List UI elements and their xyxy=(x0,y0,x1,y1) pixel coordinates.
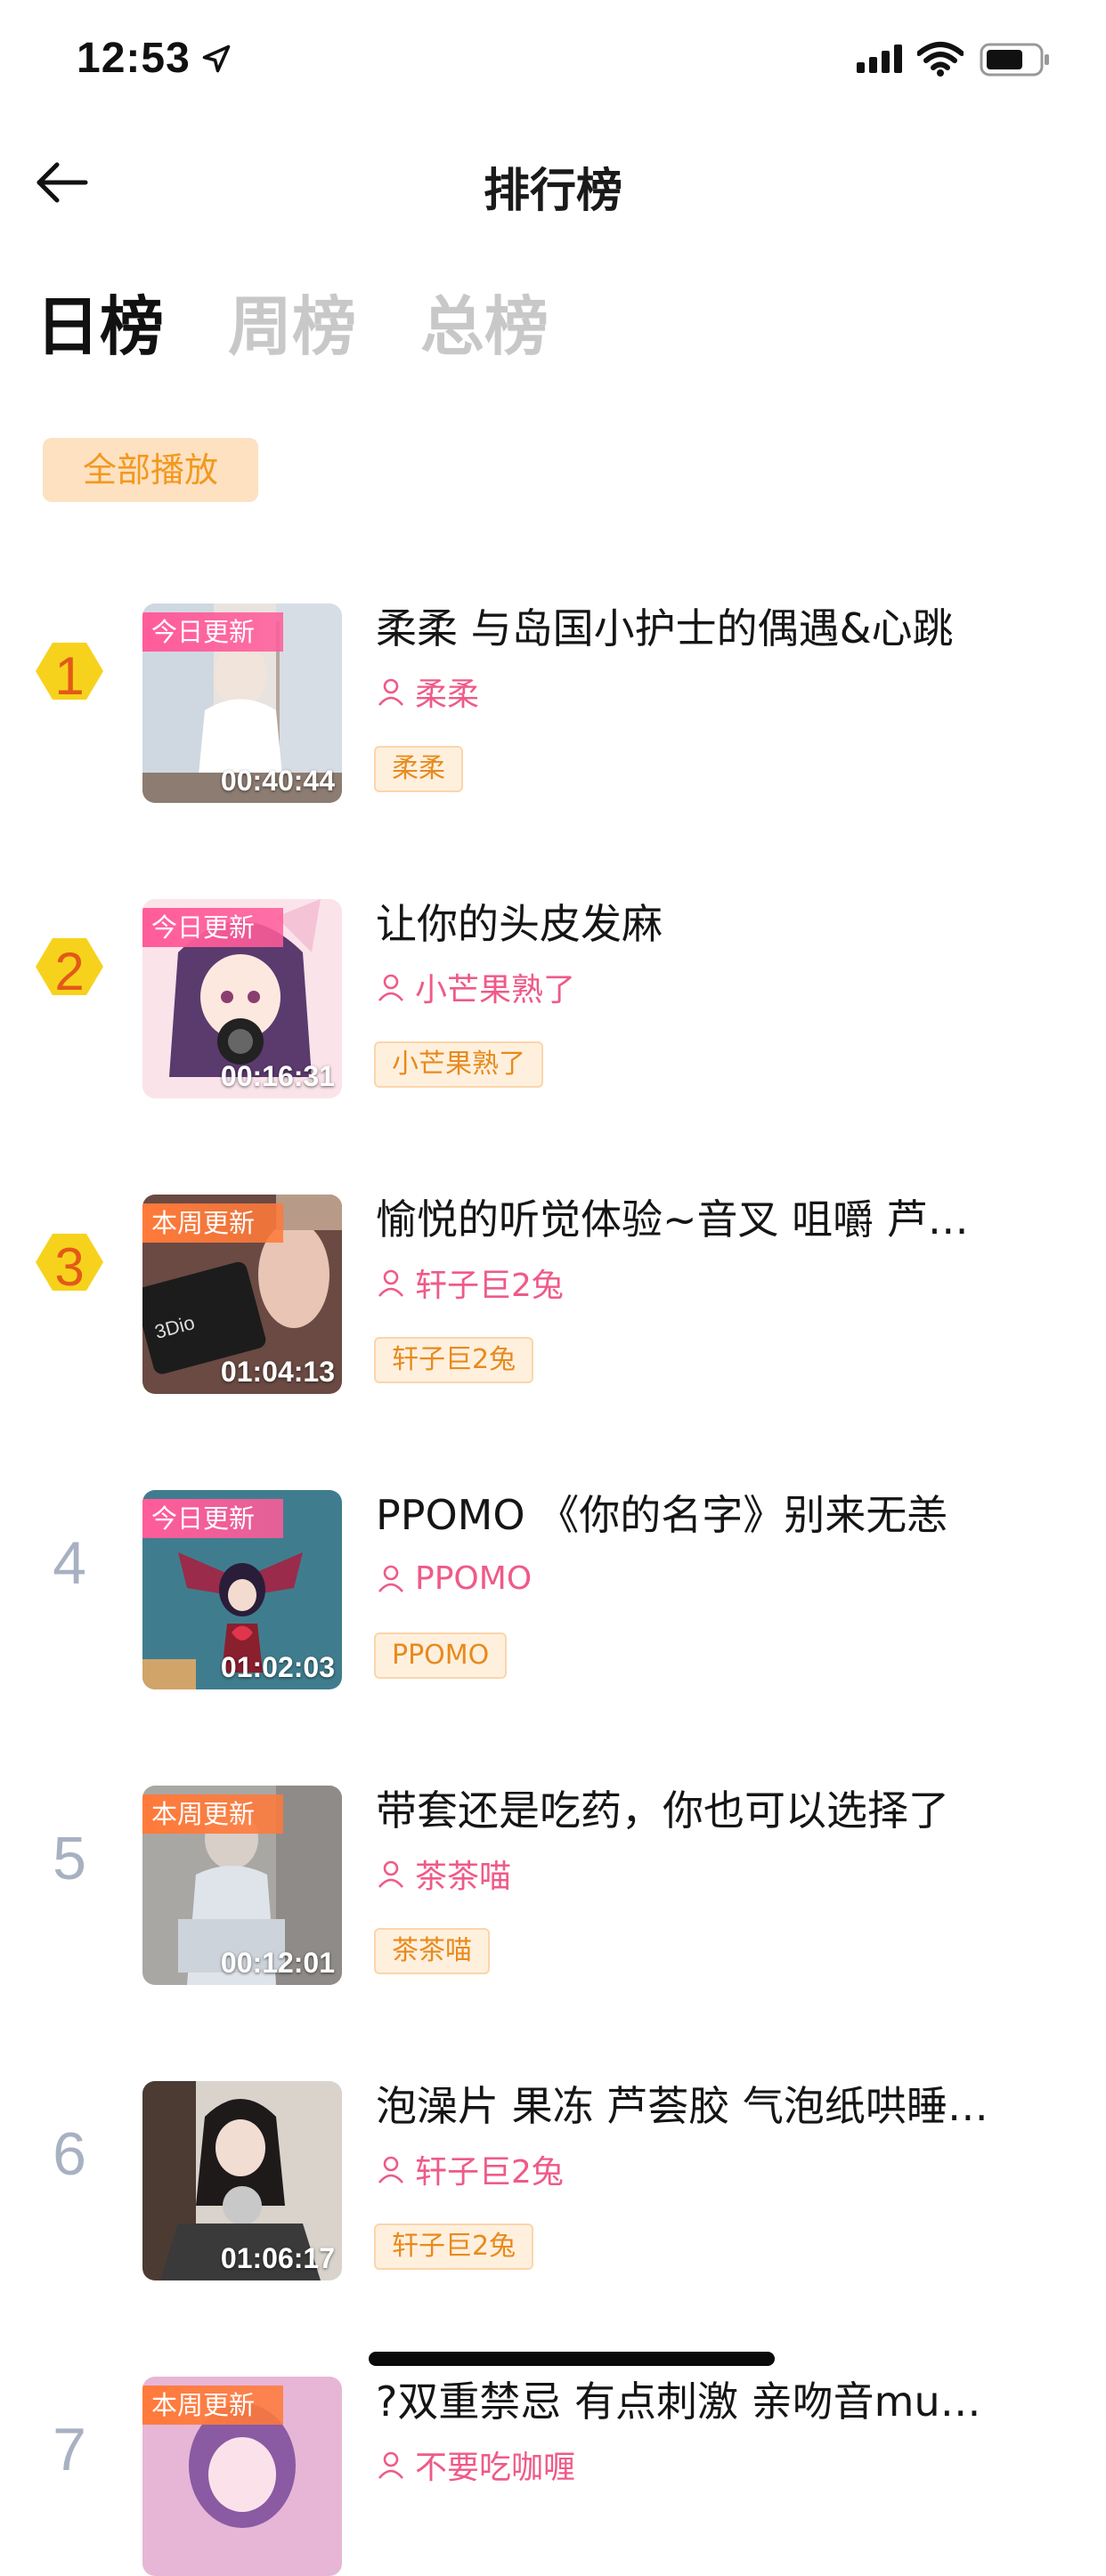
nav-bar: 排行榜 xyxy=(0,134,1106,231)
play-all-button[interactable]: 全部播放 xyxy=(43,438,258,502)
user-icon xyxy=(378,974,404,1001)
user-icon xyxy=(378,2156,404,2183)
status-bar: 12:53 xyxy=(0,0,1106,117)
duration-label: 01:06:17 xyxy=(220,2242,335,2274)
user-icon xyxy=(378,2451,404,2479)
duration-label: 01:02:03 xyxy=(220,1651,335,1683)
item-author[interactable]: PPOMO xyxy=(376,1556,532,1600)
item-title: 柔柔 与岛国小护士的偶遇&心跳 xyxy=(376,604,954,652)
item-tag[interactable]: 柔柔 xyxy=(374,746,463,792)
rank-number: 6 xyxy=(53,2120,86,2188)
rank-number: 4 xyxy=(53,1529,86,1597)
battery-icon xyxy=(980,43,1049,77)
author-name: 小芒果熟了 xyxy=(415,972,576,1009)
update-badge: 今日更新 xyxy=(142,908,284,947)
author-name: 不要吃咖喱 xyxy=(415,2450,576,2486)
cover-thumbnail[interactable]: 今日更新 01:02:03 xyxy=(142,1490,342,1689)
rank-list-item[interactable]: 4 今日更新 01:02:03 PPOMO 《你的名字》别来无恙 PPOMO P xyxy=(0,1456,1106,1689)
rank-list-item[interactable]: 2 今日更新 00:16:31 让你的头皮发麻 小芒果熟了 小芒果熟了 xyxy=(0,865,1106,1098)
update-badge: 今日更新 xyxy=(142,612,284,652)
item-tag[interactable]: 轩子巨2兔 xyxy=(374,2224,534,2270)
author-name: PPOMO xyxy=(415,1559,533,1597)
item-author[interactable]: 柔柔 xyxy=(376,669,479,714)
item-title: ?双重禁忌 有点刺激 亲吻音mu… xyxy=(376,2378,981,2426)
rank-number: 1 xyxy=(54,646,85,706)
item-title: PPOMO 《你的名字》别来无恙 xyxy=(376,1491,948,1539)
item-tag[interactable]: 轩子巨2兔 xyxy=(374,1337,534,1383)
user-icon xyxy=(378,1565,404,1592)
rank-number-plain: 7 xyxy=(25,2405,114,2494)
rank-medal: 1 xyxy=(25,632,114,721)
page-title: 排行榜 xyxy=(483,165,622,218)
cellular-signal-icon xyxy=(857,45,902,73)
tab-total[interactable]: 总榜 xyxy=(420,287,549,367)
item-author[interactable]: 茶茶喵 xyxy=(376,1851,511,1896)
item-author[interactable]: 轩子巨2兔 xyxy=(376,2147,564,2191)
update-badge: 本周更新 xyxy=(142,1794,284,1834)
home-indicator[interactable] xyxy=(369,2352,775,2366)
rank-list-item[interactable]: 5 本周更新 00:12:01 带套还是吃药，你也可以选择了 茶茶喵 茶茶喵 xyxy=(0,1752,1106,1985)
item-tag[interactable]: 茶茶喵 xyxy=(374,1928,490,1974)
tab-weekly[interactable]: 周榜 xyxy=(228,287,356,367)
item-tag[interactable]: 小芒果熟了 xyxy=(374,1041,543,1088)
author-name: 轩子巨2兔 xyxy=(415,1268,564,1304)
author-name: 轩子巨2兔 xyxy=(415,2154,564,2191)
rank-list-item[interactable]: 1 今日更新 00:40:44 柔柔 与岛国小护士的偶遇&心跳 柔柔 柔柔 xyxy=(0,570,1106,803)
location-arrow-icon xyxy=(202,45,231,73)
duration-label: 00:16:31 xyxy=(220,1060,335,1092)
wifi-icon xyxy=(917,42,964,77)
duration-label: 00:40:44 xyxy=(220,765,335,797)
update-badge: 今日更新 xyxy=(142,1499,284,1538)
duration-label: 01:04:13 xyxy=(220,1356,335,1388)
rank-list-item[interactable]: 3 3Dio 本周更新 01:04:13 愉悦的听觉体验~音叉 咀嚼 芦… 轩子… xyxy=(0,1161,1106,1394)
status-time: 12:53 xyxy=(77,35,191,82)
author-name: 柔柔 xyxy=(415,676,480,713)
item-tag[interactable]: PPOMO xyxy=(374,1632,508,1679)
user-icon xyxy=(378,1860,404,1888)
cover-thumbnail[interactable]: 01:06:17 xyxy=(142,2081,342,2280)
rank-number: 7 xyxy=(53,2416,86,2483)
rank-medal: 3 xyxy=(25,1223,114,1312)
update-badge: 本周更新 xyxy=(142,2386,284,2425)
item-author[interactable]: 小芒果熟了 xyxy=(376,965,575,1009)
rank-list-item[interactable]: 7 本周更新 ?双重禁忌 有点刺激 亲吻音mu… 不要吃咖喱 xyxy=(0,2343,1106,2576)
update-badge: 本周更新 xyxy=(142,1203,284,1243)
cover-thumbnail[interactable]: 3Dio 本周更新 01:04:13 xyxy=(142,1195,342,1394)
author-name: 茶茶喵 xyxy=(415,1859,512,1895)
ranking-tabs: 日榜 周榜 总榜 xyxy=(36,287,549,367)
cover-thumbnail[interactable]: 本周更新 xyxy=(142,2377,342,2576)
rank-list-item[interactable]: 6 01:06:17 泡澡片 果冻 芦荟胶 气泡纸哄睡… 轩子巨2兔 轩子巨2兔 xyxy=(0,2047,1106,2280)
rank-medal: 2 xyxy=(25,928,114,1017)
cover-thumbnail[interactable]: 今日更新 00:16:31 xyxy=(142,899,342,1098)
rank-number: 3 xyxy=(54,1237,85,1297)
user-icon xyxy=(378,1269,404,1297)
item-title: 带套还是吃药，你也可以选择了 xyxy=(376,1786,949,1835)
item-title: 泡澡片 果冻 芦荟胶 气泡纸哄睡… xyxy=(376,2082,988,2130)
rank-number-plain: 4 xyxy=(25,1519,114,1608)
rank-number: 5 xyxy=(53,1825,86,1892)
rank-number-plain: 5 xyxy=(25,1814,114,1903)
item-title: 愉悦的听觉体验~音叉 咀嚼 芦… xyxy=(376,1195,969,1243)
cover-thumbnail[interactable]: 今日更新 00:40:44 xyxy=(142,603,342,803)
item-author[interactable]: 轩子巨2兔 xyxy=(376,1260,564,1305)
tab-daily[interactable]: 日榜 xyxy=(36,287,164,367)
user-icon xyxy=(378,678,404,706)
rank-number-plain: 6 xyxy=(25,2110,114,2199)
item-author[interactable]: 不要吃咖喱 xyxy=(376,2442,575,2487)
duration-label: 00:12:01 xyxy=(220,1947,335,1979)
item-title: 让你的头皮发麻 xyxy=(376,900,663,948)
cover-thumbnail[interactable]: 本周更新 00:12:01 xyxy=(142,1786,342,1985)
rank-number: 2 xyxy=(54,942,85,1001)
